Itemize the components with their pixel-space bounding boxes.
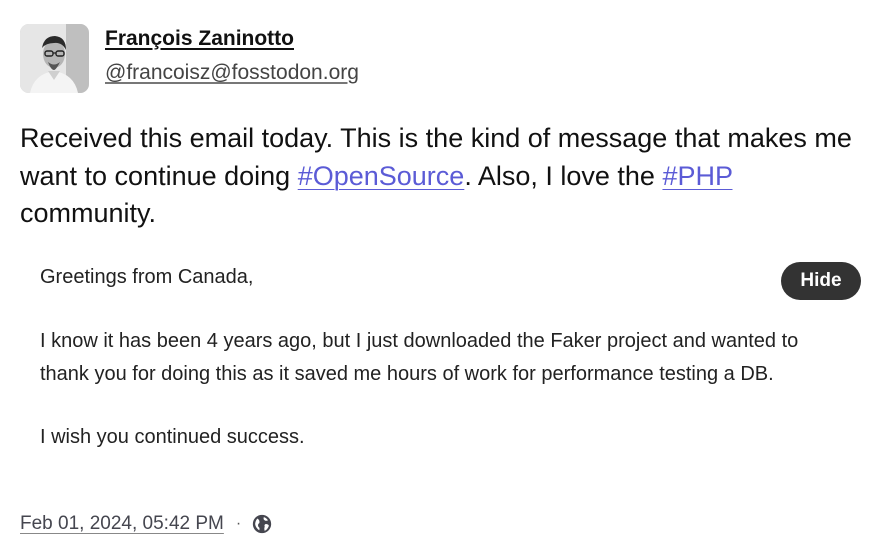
post-text-part: . Also, I love the (464, 160, 663, 191)
post-footer: Feb 01, 2024, 05:42 PM · (20, 511, 273, 537)
attached-email-image[interactable]: Greetings from Canada, I know it has bee… (20, 246, 868, 476)
author-display-name[interactable]: François Zaninotto (105, 26, 359, 52)
email-line: I wish you continued success. (40, 426, 305, 448)
author-handle[interactable]: @francoisz@fosstodon.org (105, 60, 359, 86)
author-info: François Zaninotto @francoisz@fosstodon.… (105, 26, 359, 86)
hashtag-php-link[interactable]: #PHP (662, 161, 732, 191)
hashtag-opensource-link[interactable]: #OpenSource (298, 161, 465, 191)
footer-separator: · (235, 515, 242, 532)
hide-media-button[interactable]: Hide (781, 262, 861, 300)
email-greeting: Greetings from Canada, (40, 266, 254, 288)
globe-icon (251, 513, 273, 535)
post-header: François Zaninotto @francoisz@fosstodon.… (20, 23, 359, 93)
avatar[interactable] (20, 23, 89, 93)
post-text-part: community. (20, 198, 157, 228)
email-line: thank you for doing this as it saved me … (40, 363, 774, 385)
post-content: Received this email today. This is the k… (20, 120, 870, 233)
email-line: I know it has been 4 years ago, but I ju… (40, 330, 799, 352)
avatar-image (20, 23, 89, 93)
post-timestamp-link[interactable]: Feb 01, 2024, 05:42 PM (20, 513, 224, 535)
